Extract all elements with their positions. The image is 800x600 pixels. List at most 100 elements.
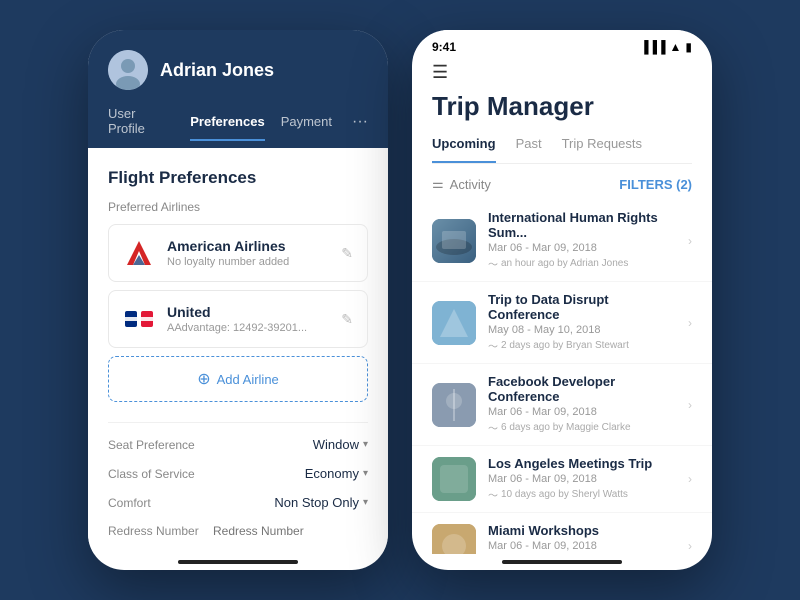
pulse-icon-1: 〜: [488, 338, 498, 353]
trip-thumb-0: [432, 219, 476, 263]
trip-date-3: Mar 06 - Mar 09, 2018: [488, 473, 676, 485]
phone-body: Flight Preferences Preferred Airlines Am…: [88, 148, 388, 554]
status-time: 9:41: [432, 40, 456, 54]
trip-info-4: Miami Workshops Mar 06 - Mar 09, 2018 〜 …: [488, 523, 676, 554]
airline-name-ua: United: [167, 304, 329, 320]
pref-known-traveler: Known Traveler Number: [108, 552, 368, 554]
airline-card-ua: United AAdvantage: 12492-39201... ✎: [108, 290, 368, 348]
user-name: Adrian Jones: [160, 60, 274, 81]
trip-name-0: International Human Rights Sum...: [488, 210, 676, 240]
status-icons: ▐▐▐ ▲ ▮: [640, 40, 692, 54]
tab-payment[interactable]: Payment: [281, 114, 332, 141]
tab-user-profile[interactable]: User Profile: [108, 106, 174, 148]
pref-seat-select[interactable]: Window ▾: [313, 437, 368, 452]
pref-known-label: Known Traveler Number: [108, 552, 213, 554]
chevron-down-icon: ▾: [363, 497, 368, 508]
avatar: [108, 50, 148, 90]
aa-logo-icon: [123, 237, 155, 269]
pref-comfort-value: Non Stop Only: [274, 495, 359, 510]
home-indicator-right: [502, 560, 622, 564]
trip-date-1: May 08 - May 10, 2018: [488, 324, 676, 336]
trip-item-0[interactable]: International Human Rights Sum... Mar 06…: [412, 200, 712, 282]
pref-class-label: Class of Service: [108, 467, 195, 481]
tab-trip-requests[interactable]: Trip Requests: [562, 136, 642, 163]
user-row: Adrian Jones: [108, 50, 368, 90]
battery-icon: ▮: [685, 40, 692, 54]
airline-card-aa: American Airlines No loyalty number adde…: [108, 224, 368, 282]
redress-input[interactable]: [213, 524, 368, 538]
pulse-icon-2: 〜: [488, 420, 498, 435]
chevron-right-icon-1: ›: [688, 316, 692, 330]
nav-tabs: User Profile Preferences Payment ···: [108, 106, 368, 148]
trip-item-2[interactable]: Facebook Developer Conference Mar 06 - M…: [412, 364, 712, 446]
airline-info-aa: American Airlines No loyalty number adde…: [167, 238, 329, 268]
pref-class-value: Economy: [305, 466, 359, 481]
add-airline-button[interactable]: ⊕ Add Airline: [108, 356, 368, 402]
pref-seat-label: Seat Preference: [108, 438, 195, 452]
add-icon: ⊕: [197, 369, 210, 389]
trip-thumb-3: [432, 457, 476, 501]
filters-badge[interactable]: FILTERS (2): [619, 177, 692, 192]
flight-prefs-title: Flight Preferences: [108, 168, 368, 188]
trip-header: ☰ Trip Manager Upcoming Past Trip Reques…: [412, 58, 712, 164]
edit-icon-ua[interactable]: ✎: [341, 311, 353, 328]
activity-text: Activity: [450, 177, 491, 192]
pref-seat: Seat Preference Window ▾: [108, 437, 368, 452]
tab-past[interactable]: Past: [516, 136, 542, 163]
trip-info-0: International Human Rights Sum... Mar 06…: [488, 210, 676, 271]
trip-thumb-4: [432, 524, 476, 554]
pulse-icon-0: 〜: [488, 256, 498, 271]
more-options-icon[interactable]: ···: [352, 113, 368, 141]
phone-header: Adrian Jones User Profile Preferences Pa…: [88, 30, 388, 148]
pref-comfort-label: Comfort: [108, 496, 151, 510]
add-airline-label: Add Airline: [217, 372, 279, 387]
pref-redress: Redress Number: [108, 524, 368, 538]
trip-item-1[interactable]: Trip to Data Disrupt Conference May 08 -…: [412, 282, 712, 364]
edit-icon-aa[interactable]: ✎: [341, 245, 353, 262]
activity-label: ⚌ Activity: [432, 176, 491, 192]
chevron-down-icon: ▾: [363, 468, 368, 479]
airline-sub-ua: AAdvantage: 12492-39201...: [167, 322, 329, 334]
trip-date-0: Mar 06 - Mar 09, 2018: [488, 242, 676, 254]
trip-activity-0: 〜 an hour ago by Adrian Jones: [488, 256, 676, 271]
activity-bar: ⚌ Activity FILTERS (2): [412, 164, 712, 200]
trip-name-1: Trip to Data Disrupt Conference: [488, 292, 676, 322]
left-phone: Adrian Jones User Profile Preferences Pa…: [88, 30, 388, 570]
chevron-down-icon: ▾: [363, 439, 368, 450]
pref-redress-label: Redress Number: [108, 524, 199, 538]
tab-upcoming[interactable]: Upcoming: [432, 136, 496, 163]
pulse-icon-3: 〜: [488, 487, 498, 502]
trip-info-1: Trip to Data Disrupt Conference May 08 -…: [488, 292, 676, 353]
trip-name-4: Miami Workshops: [488, 523, 676, 538]
trip-name-3: Los Angeles Meetings Trip: [488, 456, 676, 471]
trip-name-2: Facebook Developer Conference: [488, 374, 676, 404]
pref-comfort: Comfort Non Stop Only ▾: [108, 495, 368, 510]
wifi-icon: ▲: [670, 40, 682, 54]
menu-icon[interactable]: ☰: [432, 58, 692, 91]
pref-class: Class of Service Economy ▾: [108, 466, 368, 481]
filter-icon: ⚌: [432, 176, 444, 192]
right-phone: 9:41 ▐▐▐ ▲ ▮ ☰ Trip Manager Upcoming Pas…: [412, 30, 712, 570]
trip-info-3: Los Angeles Meetings Trip Mar 06 - Mar 0…: [488, 456, 676, 502]
chevron-right-icon-3: ›: [688, 472, 692, 486]
trip-manager-title: Trip Manager: [432, 91, 692, 122]
trip-thumb-2: [432, 383, 476, 427]
trip-activity-1: 〜 2 days ago by Bryan Stewart: [488, 338, 676, 353]
chevron-right-icon-0: ›: [688, 234, 692, 248]
trip-date-2: Mar 06 - Mar 09, 2018: [488, 406, 676, 418]
ua-logo-icon: [123, 303, 155, 335]
chevron-right-icon-4: ›: [688, 539, 692, 553]
trip-item-4[interactable]: Miami Workshops Mar 06 - Mar 09, 2018 〜 …: [412, 513, 712, 554]
divider: [108, 422, 368, 423]
trip-thumb-1: [432, 301, 476, 345]
trip-item-3[interactable]: Los Angeles Meetings Trip Mar 06 - Mar 0…: [412, 446, 712, 513]
tab-preferences[interactable]: Preferences: [190, 114, 264, 141]
signal-icon: ▐▐▐: [640, 40, 666, 54]
trip-activity-2: 〜 6 days ago by Maggie Clarke: [488, 420, 676, 435]
pref-class-select[interactable]: Economy ▾: [305, 466, 368, 481]
airline-name-aa: American Airlines: [167, 238, 329, 254]
pref-comfort-select[interactable]: Non Stop Only ▾: [274, 495, 368, 510]
airline-sub-aa: No loyalty number added: [167, 256, 329, 268]
chevron-right-icon-2: ›: [688, 398, 692, 412]
pref-seat-value: Window: [313, 437, 359, 452]
